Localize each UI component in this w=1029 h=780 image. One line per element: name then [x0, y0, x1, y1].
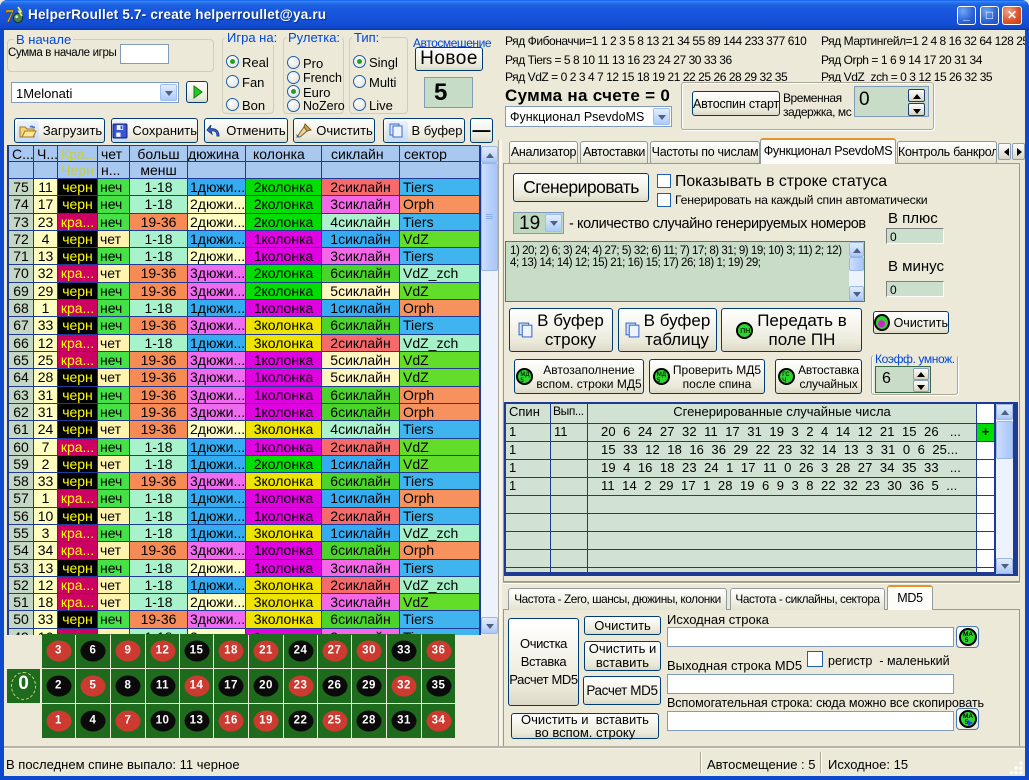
- svg-text:7: 7: [6, 6, 14, 24]
